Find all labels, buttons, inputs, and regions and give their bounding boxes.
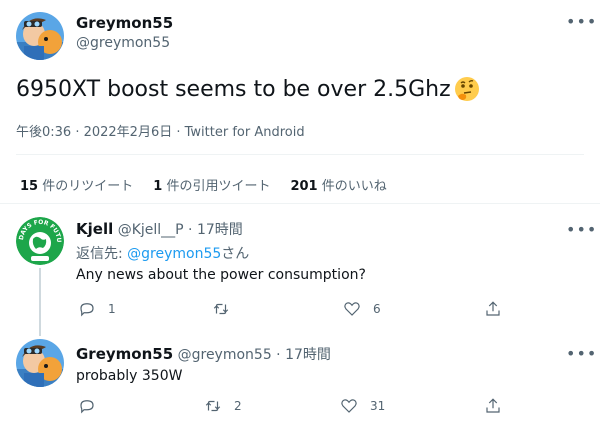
thread-line <box>39 268 41 336</box>
tweet-meta[interactable]: 午後0:36 · 2022年2月6日 · Twitter for Android <box>16 121 305 140</box>
share-icon <box>486 398 500 413</box>
reply1-reply-count: 1 <box>108 302 116 316</box>
avatar-image <box>16 339 64 387</box>
reply2-retweet-count: 2 <box>234 399 242 413</box>
reply1-like-count: 6 <box>373 302 381 316</box>
reply1-author-name[interactable]: Kjell <box>76 220 113 238</box>
author-name[interactable]: Greymon55 <box>76 14 173 32</box>
reply1-replying-to: 返信先: @greymon55さん <box>76 243 249 263</box>
thinking-face-icon <box>454 77 479 101</box>
avatar-greymon55[interactable] <box>16 12 64 60</box>
reply2-author-name[interactable]: Greymon55 <box>76 345 173 363</box>
reply1-header: Kjell @Kjell__P · 17時間 <box>76 219 243 239</box>
reply2-like-count: 31 <box>370 399 386 413</box>
reply-icon <box>80 303 94 317</box>
reply2-text: probably 350W <box>76 368 183 384</box>
like-label: 件のいいね <box>321 179 387 194</box>
reply2-like-button[interactable]: 31 <box>340 397 385 415</box>
reply-icon <box>80 400 94 414</box>
reply1-retweet-button[interactable] <box>212 300 242 318</box>
reply1-reply-button[interactable]: 1 <box>78 300 116 318</box>
like-count: 201 <box>290 179 318 194</box>
quote-label: 件の引用ツイート <box>166 179 271 194</box>
retweet-count: 15 <box>20 179 39 194</box>
reply1-like-button[interactable]: 6 <box>343 300 381 318</box>
tweet-text: 6950XT boost seems to be over 2.5Ghz <box>16 76 451 102</box>
heart-icon <box>341 399 357 413</box>
share-icon <box>486 301 500 316</box>
avatar-kjell[interactable]: FRIDAYS FOR FUTURE <box>16 217 64 265</box>
quote-stat[interactable]: 1 件の引用ツイート <box>153 175 270 194</box>
retweet-icon <box>205 400 221 412</box>
reply2-header: Greymon55 @greymon55 · 17時間 <box>76 344 331 364</box>
reply1-replying-target[interactable]: @greymon55 <box>127 246 221 262</box>
heart-icon <box>344 302 360 316</box>
divider-meta <box>16 154 584 155</box>
like-stat[interactable]: 201 件のいいね <box>290 175 386 194</box>
retweet-stat[interactable]: 15 件のリツイート <box>20 175 133 194</box>
reply1-handle-time[interactable]: @Kjell__P · 17時間 <box>118 222 243 238</box>
retweet-icon <box>213 303 229 315</box>
reply1-text: Any news about the power consumption? <box>76 267 366 283</box>
retweet-label: 件のリツイート <box>42 179 134 194</box>
author-handle[interactable]: @greymon55 <box>76 35 170 51</box>
reply2-retweet-button[interactable]: 2 <box>204 397 242 415</box>
more-options-icon[interactable]: ••• <box>566 14 597 30</box>
divider-stats <box>0 203 600 204</box>
avatar-greymon55-reply[interactable] <box>16 339 64 387</box>
tweet-text-row: 6950XT boost seems to be over 2.5Ghz <box>16 76 480 102</box>
reply1-more-options-icon[interactable]: ••• <box>566 222 597 238</box>
reply2-more-options-icon[interactable]: ••• <box>566 346 597 362</box>
reply1-replying-suffix: さん <box>221 246 250 262</box>
reply2-reply-button[interactable] <box>78 397 108 415</box>
reply2-handle-time[interactable]: @greymon55 · 17時間 <box>178 347 331 363</box>
reply1-share-button[interactable] <box>484 300 502 318</box>
quote-count: 1 <box>153 179 163 194</box>
reply2-share-button[interactable] <box>484 397 502 415</box>
fridays-for-future-logo: FRIDAYS FOR FUTURE <box>16 217 64 265</box>
stats-row: 15 件のリツイート 1 件の引用ツイート 201 件のいいね <box>20 175 387 194</box>
reply1-replying-prefix: 返信先: <box>76 246 128 262</box>
avatar-image <box>16 12 64 60</box>
